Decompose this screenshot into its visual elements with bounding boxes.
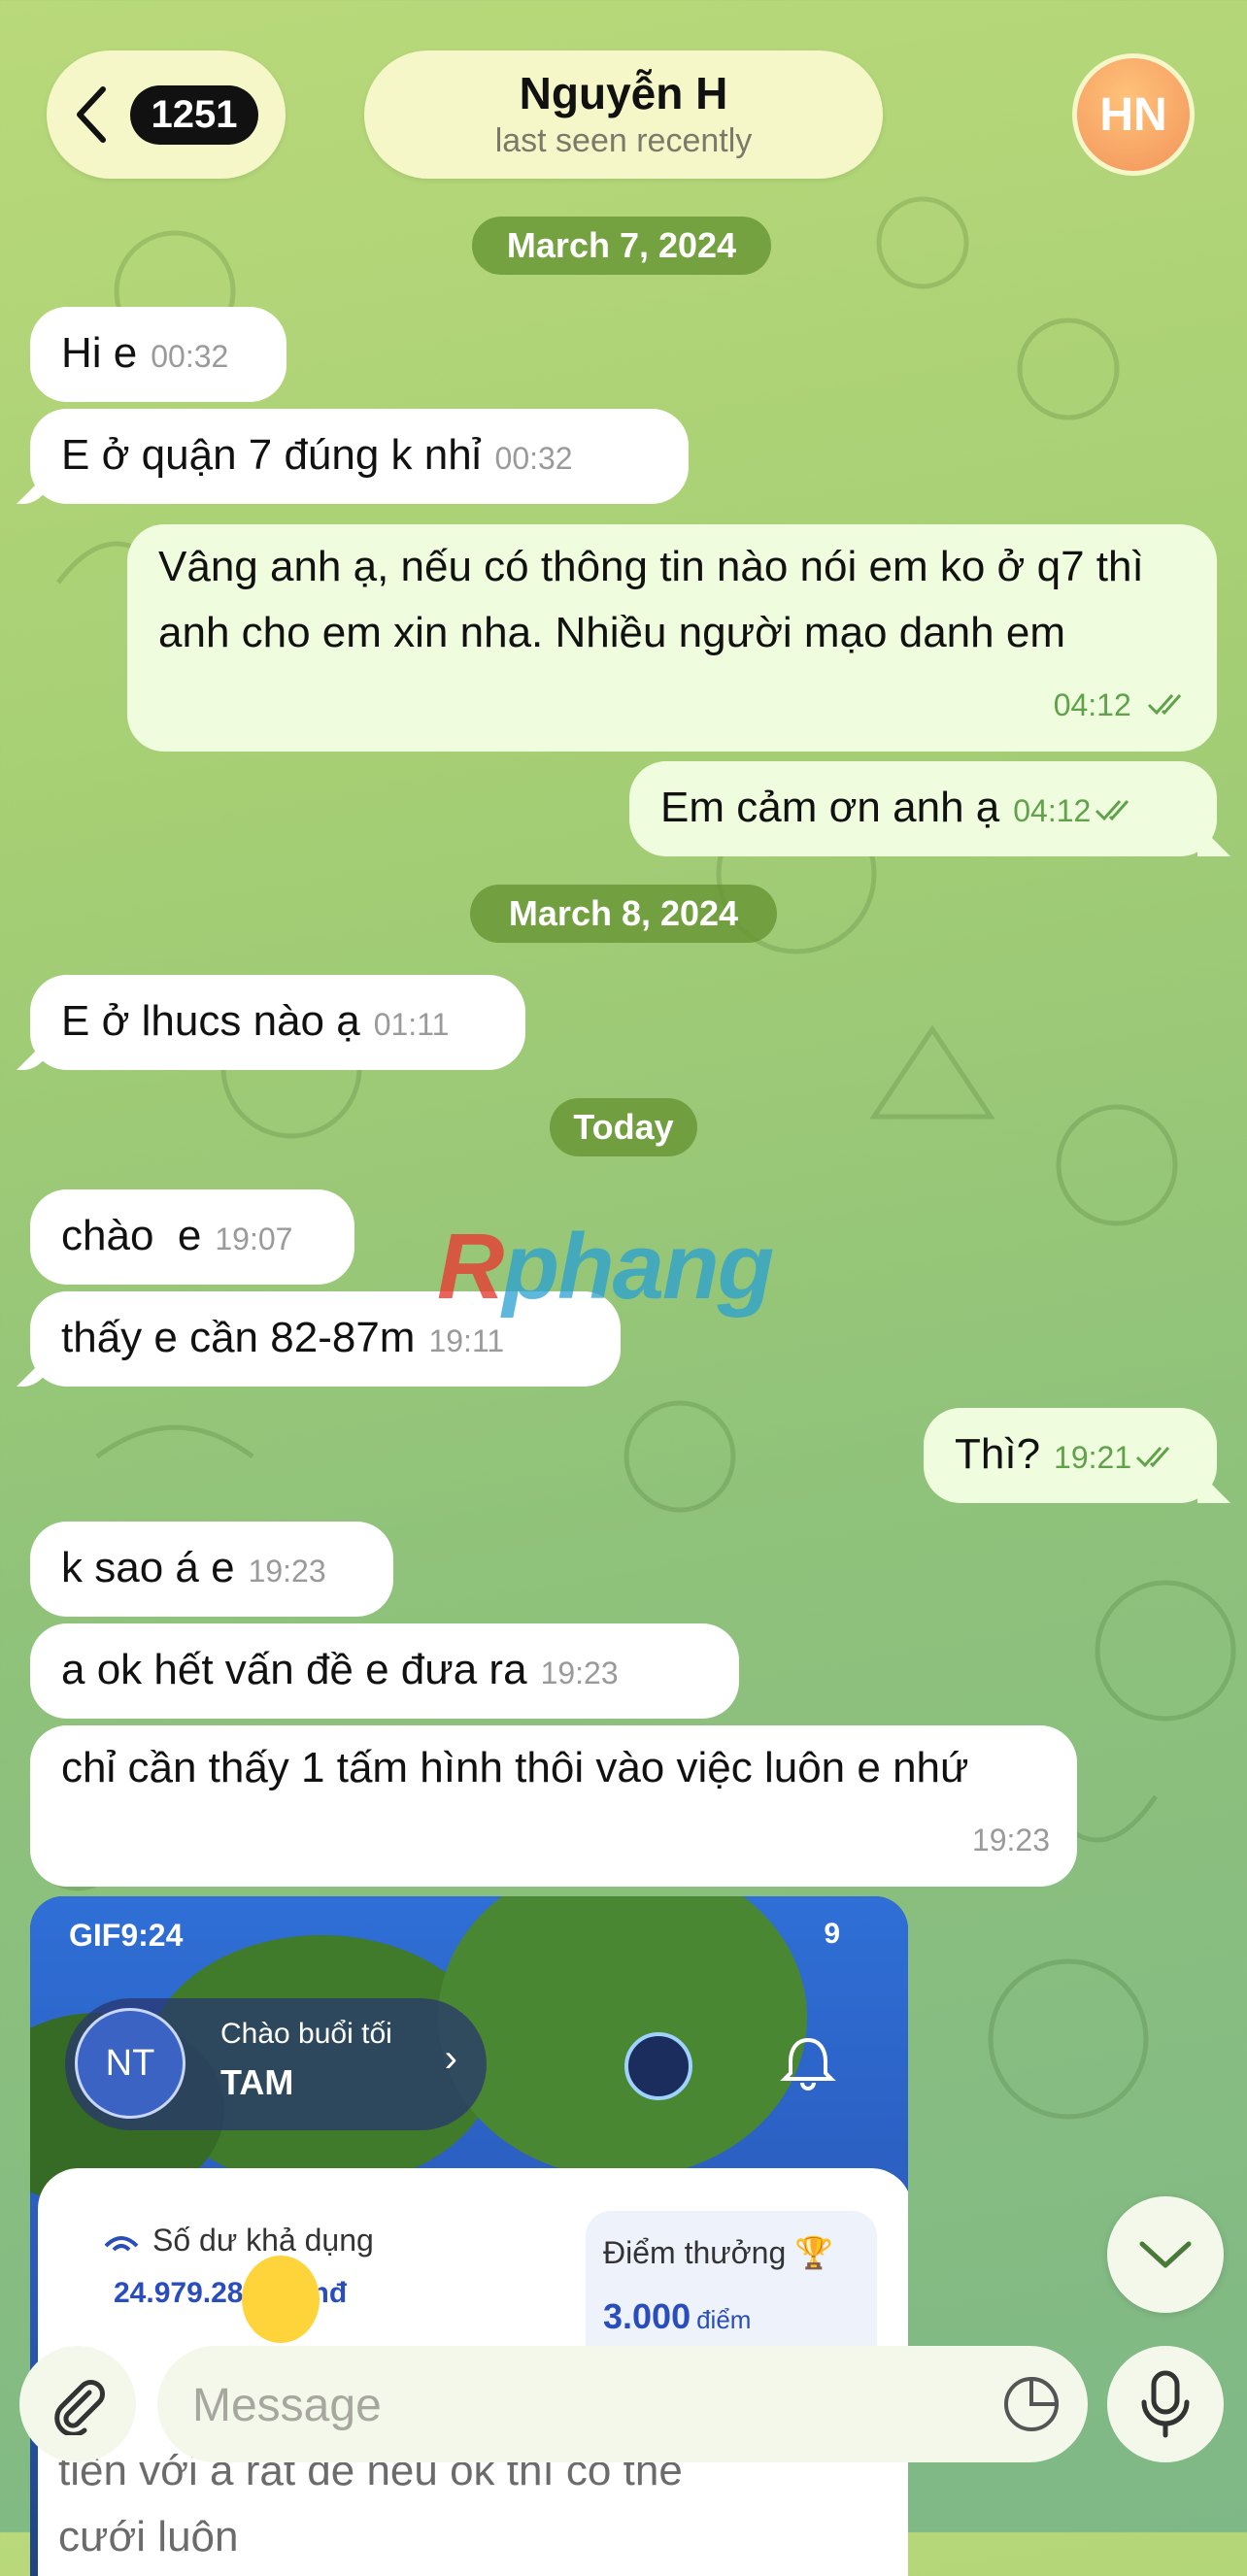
contact-status: last seen recently bbox=[494, 122, 753, 159]
message-incoming[interactable]: E ở lhucs nào ạ 01:11 bbox=[30, 975, 525, 1070]
date-separator: March 8, 2024 bbox=[470, 885, 777, 943]
message-time: 19:23 bbox=[971, 1823, 1050, 1857]
message-time: 04:12 bbox=[1053, 687, 1131, 722]
message-time: 19:07 bbox=[215, 1221, 293, 1256]
double-check-icon bbox=[1136, 1447, 1170, 1468]
sticker-icon[interactable] bbox=[1000, 2373, 1062, 2435]
message-time: 19:11 bbox=[428, 1323, 505, 1358]
chick-sticker bbox=[242, 2256, 320, 2343]
message-input-wrapper bbox=[157, 2346, 1088, 2464]
date-separator: March 7, 2024 bbox=[472, 217, 771, 275]
greeting-name: TAM bbox=[220, 2062, 294, 2102]
points-value: 3.000 điểm bbox=[603, 2296, 752, 2336]
trophy-icon: 🏆 bbox=[794, 2235, 833, 2270]
message-time: 00:32 bbox=[494, 441, 573, 476]
user-initials: NT bbox=[75, 2008, 185, 2119]
message-incoming[interactable]: k sao á e 19:23 bbox=[30, 1522, 393, 1617]
image-status-time: GIF9:24 bbox=[69, 1918, 184, 1953]
balance-label: Số dư khả dụng bbox=[152, 2223, 374, 2258]
message-time: 19:23 bbox=[540, 1656, 619, 1690]
watermark-logo: Rphang bbox=[437, 1215, 774, 1319]
message-incoming[interactable]: chào e 19:07 bbox=[30, 1189, 354, 1285]
chat-title[interactable]: Nguyễn H last seen recently bbox=[364, 50, 883, 179]
message-text: Hi e bbox=[61, 329, 138, 377]
avatar[interactable]: HN bbox=[1072, 53, 1195, 176]
message-incoming[interactable]: E ở quận 7 đúng k nhỉ 00:32 bbox=[30, 409, 689, 504]
message-time: 19:21 bbox=[1054, 1440, 1132, 1475]
scroll-down-button[interactable] bbox=[1107, 2196, 1224, 2313]
chevron-right-icon: › bbox=[444, 2037, 457, 2080]
message-time: 01:11 bbox=[373, 1007, 450, 1042]
message-text: k sao á e bbox=[61, 1544, 235, 1591]
attach-button[interactable] bbox=[19, 2346, 136, 2462]
message-time: 19:23 bbox=[248, 1554, 326, 1589]
wifi-icon bbox=[104, 2236, 139, 2252]
chevron-left-icon bbox=[76, 86, 106, 143]
message-incoming[interactable]: chỉ cần thấy 1 tấm hình thôi vào việc lu… bbox=[30, 1725, 1077, 1887]
message-time: 00:32 bbox=[151, 339, 229, 374]
message-incoming[interactable]: Hi e 00:32 bbox=[30, 307, 286, 402]
message-text: thấy e cần 82-87m bbox=[61, 1314, 416, 1361]
message-incoming[interactable]: a ok hết vấn đề e đưa ra 19:23 bbox=[30, 1623, 739, 1719]
message-input[interactable] bbox=[190, 2346, 952, 2464]
message-text: Em cảm ơn anh ạ bbox=[660, 784, 1000, 831]
message-text: Vâng anh ạ, nếu có thông tin nào nói em … bbox=[158, 543, 1144, 656]
microphone-button[interactable] bbox=[1107, 2346, 1224, 2462]
bell-icon bbox=[780, 2037, 836, 2091]
microphone-icon bbox=[1141, 2370, 1190, 2438]
message-text: E ở lhucs nào ạ bbox=[61, 997, 360, 1045]
image-battery: 9 bbox=[824, 1918, 840, 1950]
chevron-down-icon bbox=[1139, 2241, 1192, 2268]
message-text: Thì? bbox=[955, 1430, 1041, 1478]
double-check-icon bbox=[1095, 800, 1129, 821]
unread-count-badge: 1251 bbox=[129, 84, 259, 145]
message-text: chào e bbox=[61, 1212, 202, 1259]
paperclip-icon bbox=[54, 2380, 105, 2435]
date-separator: Today bbox=[550, 1098, 697, 1156]
message-text: chỉ cần thấy 1 tấm hình thôi vào việc lu… bbox=[61, 1744, 969, 1791]
greeting-pill: NT Chào buổi tối TAM › bbox=[65, 1998, 487, 2130]
message-time: 04:12 bbox=[1013, 793, 1092, 828]
message-outgoing[interactable]: Thì? 19:21 bbox=[924, 1408, 1217, 1503]
image-caption: cưới luôn bbox=[58, 2513, 239, 2560]
message-outgoing[interactable]: Vâng anh ạ, nếu có thông tin nào nói em … bbox=[127, 524, 1217, 752]
double-check-icon bbox=[1147, 694, 1182, 716]
contact-name: Nguyễn H bbox=[519, 68, 728, 118]
message-outgoing[interactable]: Em cảm ơn anh ạ 04:12 bbox=[629, 761, 1217, 856]
greeting-text: Chào buổi tối bbox=[220, 2018, 392, 2050]
reward-icon bbox=[624, 2032, 692, 2100]
points-label: Điểm thưởng 🏆 bbox=[603, 2235, 833, 2270]
message-text: a ok hết vấn đề e đưa ra bbox=[61, 1646, 527, 1693]
message-text: E ở quận 7 đúng k nhỉ bbox=[61, 431, 482, 479]
back-button[interactable]: 1251 bbox=[47, 50, 286, 179]
